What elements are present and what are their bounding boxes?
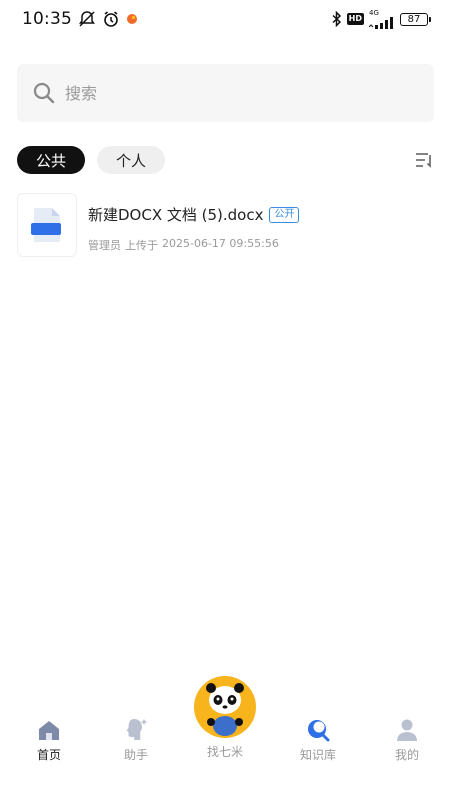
file-list-item[interactable]: DOC 新建DOCX 文档 (5).docx 公开 管理员 上传于 2025-0…	[17, 193, 434, 429]
file-name: 新建DOCX 文档 (5).docx	[88, 206, 264, 224]
signal-icon	[369, 17, 395, 29]
sort-icon[interactable]	[414, 150, 434, 170]
tab-public[interactable]: 公共	[17, 146, 85, 174]
file-uploader: 管理员	[88, 239, 121, 252]
nav-knowledge-base-label: 知识库	[299, 748, 336, 762]
nav-profile[interactable]: 我的	[375, 716, 439, 763]
visibility-badge: 公开	[269, 206, 300, 223]
nav-profile-label: 我的	[394, 748, 419, 762]
network-type-label: 4G	[369, 9, 379, 17]
search-bar[interactable]	[17, 64, 434, 122]
search-icon	[33, 82, 55, 104]
docx-file-icon: DOC	[17, 193, 77, 429]
notifications-off-icon	[78, 10, 96, 28]
profile-icon	[393, 716, 421, 744]
battery-level: 87	[407, 13, 421, 25]
bottom-navigation: 首页 助手 找七米 知识库 我的	[0, 676, 450, 800]
bluetooth-icon	[331, 11, 342, 27]
search-input[interactable]	[65, 83, 385, 103]
hd-badge: HD	[346, 13, 364, 25]
nav-home-label: 首页	[36, 748, 61, 762]
nav-find-qimi-label: 找七米	[206, 745, 243, 759]
battery-indicator: 87	[400, 12, 431, 26]
tab-personal[interactable]: 个人	[97, 146, 165, 174]
nav-home[interactable]: 首页	[17, 716, 81, 763]
knowledge-base-icon	[304, 716, 332, 744]
home-icon	[35, 716, 63, 744]
file-upload-action: 上传于	[125, 239, 158, 252]
file-timestamp: 2025-06-17 09:55:56	[162, 237, 279, 250]
nav-assistant[interactable]: 助手	[104, 716, 168, 763]
assistant-icon	[122, 716, 150, 744]
nav-knowledge-base[interactable]: 知识库	[286, 716, 350, 763]
scope-tabs: 公共 个人	[17, 146, 165, 174]
nav-assistant-label: 助手	[123, 748, 148, 762]
status-time: 10:35	[22, 9, 72, 29]
docx-file-icon-label: DOC	[52, 419, 74, 429]
status-bar: 10:35 HD 4G 87	[0, 0, 450, 38]
app-notification-icon	[126, 13, 138, 25]
alarm-icon	[102, 10, 120, 28]
panda-mascot-icon[interactable]	[194, 676, 256, 738]
